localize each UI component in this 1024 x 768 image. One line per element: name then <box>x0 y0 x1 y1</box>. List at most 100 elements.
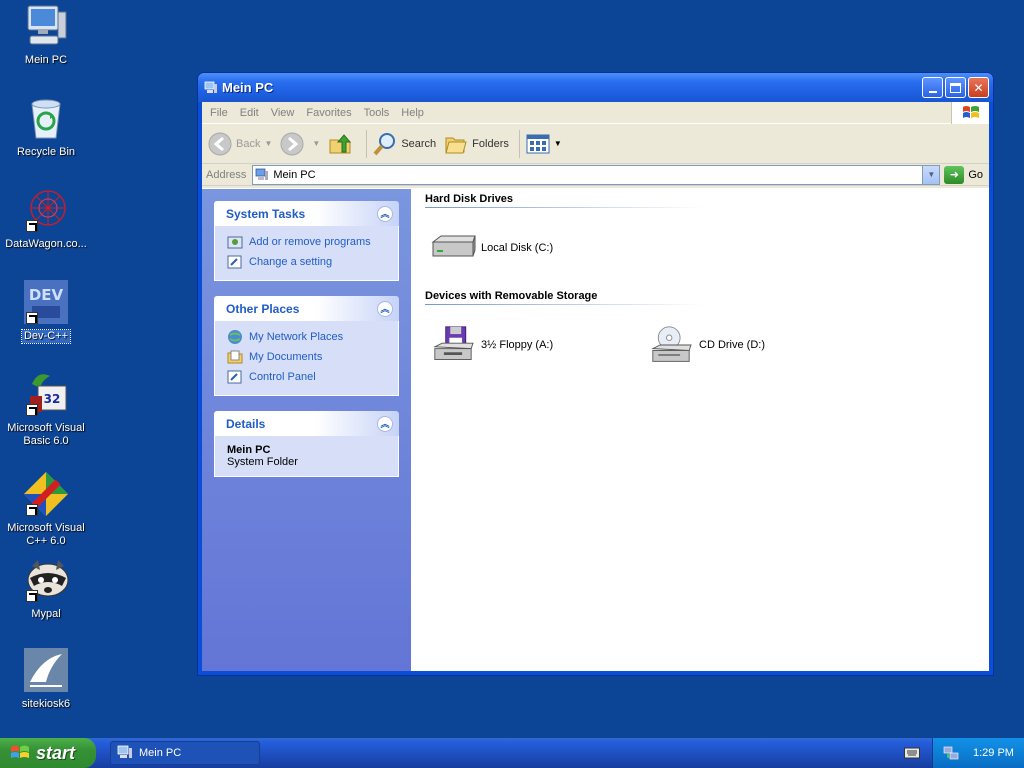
folders-label: Folders <box>472 137 509 150</box>
my-documents-icon <box>227 350 243 364</box>
close-button[interactable]: ✕ <box>968 77 989 98</box>
maximize-icon <box>950 82 961 93</box>
task-add-remove-programs[interactable]: Add or remove programs <box>227 232 388 252</box>
place-my-network-places[interactable]: My Network Places <box>227 327 388 347</box>
toolbar-separator <box>366 129 368 158</box>
close-icon: ✕ <box>973 80 984 95</box>
search-button[interactable]: Search <box>373 132 436 156</box>
window-title: Mein PC <box>222 80 274 95</box>
other-places-header[interactable]: Other Places ︽ <box>214 296 399 321</box>
start-button[interactable]: start <box>0 738 96 768</box>
chevron-down-icon[interactable]: ▼ <box>312 139 320 148</box>
up-folder-icon <box>329 133 352 153</box>
minimize-button[interactable] <box>922 77 943 98</box>
group-items: 3½ Floppy (A:) CD Drive (D:) <box>425 305 975 387</box>
views-button[interactable]: ▼ <box>526 132 562 156</box>
desktop-icon-mypal[interactable]: Mypal <box>0 556 94 621</box>
desktop-icon-visual-basic[interactable]: 32 Microsoft Visual Basic 6.0 <box>0 370 94 448</box>
menu-view[interactable]: View <box>265 107 301 119</box>
drive-local-disk-c[interactable]: Local Disk (C:) <box>429 228 647 268</box>
task-change-setting[interactable]: Change a setting <box>227 252 388 272</box>
desktop-icon-dev-cpp[interactable]: DEV Dev-C++ <box>0 278 94 344</box>
search-label: Search <box>401 137 437 150</box>
desktop-icon-datawagon[interactable]: DataWagon.co... <box>0 186 94 251</box>
toolbar-separator <box>518 129 520 158</box>
place-label: My Documents <box>249 351 323 363</box>
drive-label: 3½ Floppy (A:) <box>481 339 554 351</box>
desktop-icon-sitekiosk[interactable]: sitekiosk6 <box>0 646 94 711</box>
address-input[interactable]: Mein PC ▼ <box>252 164 941 185</box>
back-button[interactable]: Back ▼ <box>208 132 272 156</box>
drive-floppy-a[interactable]: 3½ Floppy (A:) <box>429 325 647 365</box>
collapse-icon[interactable]: ︽ <box>377 415 393 432</box>
taskbar: start Mein PC 1:29 PM <box>0 738 1024 768</box>
folders-button[interactable]: Folders <box>444 132 509 156</box>
desktop-icon-recycle-bin[interactable]: Recycle Bin <box>0 94 94 159</box>
details-type: System Folder <box>227 456 298 468</box>
network-places-icon <box>228 330 242 344</box>
desktop-icon-label: DataWagon.co... <box>5 238 87 250</box>
shortcut-arrow-icon <box>26 590 38 602</box>
shortcut-arrow-icon <box>26 220 38 232</box>
network-icon[interactable] <box>943 745 959 761</box>
collapse-icon[interactable]: ︽ <box>377 300 393 317</box>
details-name: Mein PC <box>227 444 271 456</box>
maximize-button[interactable] <box>945 77 966 98</box>
place-control-panel[interactable]: Control Panel <box>227 367 388 387</box>
taskbar-button-label: Mein PC <box>139 747 182 759</box>
desktop-icon-label: Mein PC <box>24 54 68 66</box>
shortcut-arrow-icon <box>26 404 38 416</box>
panel-title: Other Places <box>226 301 300 316</box>
desktop-icon-mein-pc[interactable]: Mein PC <box>0 2 94 67</box>
collapse-icon[interactable]: ︽ <box>377 205 393 222</box>
system-tasks-panel: System Tasks ︽ Add or remove programs Ch… <box>214 201 399 281</box>
address-dropdown-button[interactable]: ▼ <box>922 165 940 184</box>
minimize-icon <box>928 90 937 93</box>
control-panel-icon <box>227 370 242 384</box>
system-tasks-header[interactable]: System Tasks ︽ <box>214 201 399 226</box>
go-button[interactable]: ➜ Go <box>944 165 983 184</box>
keyboard-icon[interactable] <box>904 746 920 760</box>
menu-favorites[interactable]: Favorites <box>300 107 357 119</box>
place-my-documents[interactable]: My Documents <box>227 347 388 367</box>
clock[interactable]: 1:29 PM <box>973 747 1014 759</box>
chevron-down-icon[interactable]: ▼ <box>554 139 562 148</box>
panel-body: Mein PC System Folder <box>214 436 399 477</box>
details-header[interactable]: Details ︽ <box>214 411 399 436</box>
back-label: Back <box>236 137 261 150</box>
window-client: File Edit View Favorites Tools Help Back… <box>202 102 989 671</box>
chevron-down-icon[interactable]: ▼ <box>264 139 272 148</box>
mypal-icon <box>22 556 70 604</box>
desktop-icon-label: sitekiosk6 <box>21 698 71 710</box>
menu-file[interactable]: File <box>204 107 234 119</box>
control-panel-icon <box>227 255 242 269</box>
desktop-icon-label: Microsoft Visual C++ 6.0 <box>7 522 85 547</box>
views-grid-icon <box>526 134 550 153</box>
task-pane: System Tasks ︽ Add or remove programs Ch… <box>202 189 411 671</box>
desktop-icon-label: Mypal <box>31 608 61 620</box>
start-label: start <box>36 742 76 763</box>
desktop-icon-label: Recycle Bin <box>16 146 76 158</box>
up-folder-button[interactable] <box>328 132 356 156</box>
menu-help[interactable]: Help <box>395 107 430 119</box>
folders-icon <box>445 137 467 153</box>
forward-button[interactable]: ▼ <box>280 132 320 156</box>
menu-tools[interactable]: Tools <box>358 107 396 119</box>
taskbar-button-mein-pc[interactable]: Mein PC <box>110 741 260 765</box>
menu-bar: File Edit View Favorites Tools Help <box>202 102 989 124</box>
explorer-window[interactable]: Mein PC ✕ File Edit View Favorites Tools… <box>197 72 994 676</box>
computer-icon <box>204 81 217 93</box>
drive-cd-d[interactable]: CD Drive (D:) <box>647 325 865 365</box>
floppy-drive-icon <box>433 326 474 360</box>
other-places-panel: Other Places ︽ My Network Places My Docu… <box>214 296 399 396</box>
window-titlebar[interactable]: Mein PC ✕ <box>198 73 993 102</box>
go-label: Go <box>968 168 983 181</box>
svg-text:32: 32 <box>44 392 61 406</box>
address-value: Mein PC <box>273 168 316 181</box>
menu-edit[interactable]: Edit <box>234 107 265 119</box>
drive-label: CD Drive (D:) <box>699 339 765 351</box>
panel-title: System Tasks <box>226 206 306 221</box>
system-tray: 1:29 PM <box>932 738 1024 768</box>
computer-icon <box>117 745 132 758</box>
desktop-icon-visual-cpp[interactable]: Microsoft Visual C++ 6.0 <box>0 470 94 548</box>
